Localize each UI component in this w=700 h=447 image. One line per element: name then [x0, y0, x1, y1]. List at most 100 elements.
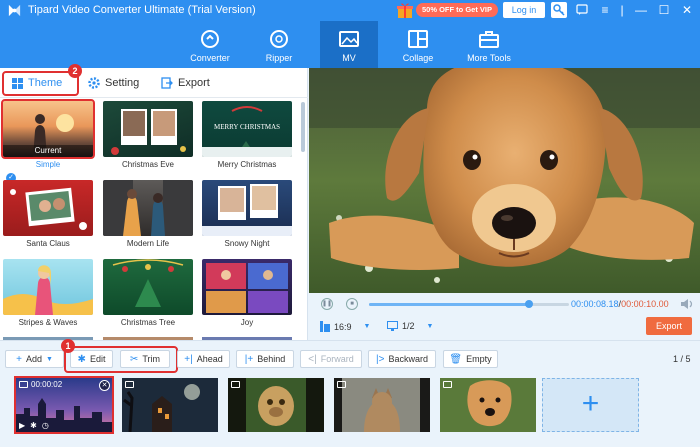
stop-icon[interactable]: ■ [346, 298, 358, 310]
theme-label: Christmas Tree [120, 318, 176, 327]
theme-christmas-tree[interactable]: Christmas Tree [103, 259, 193, 328]
chevron-down-icon: ▼ [45, 355, 53, 363]
backward-label: Backward [388, 354, 428, 364]
module-bar: Converter Ripper MV Collage More Tools [0, 21, 700, 68]
register-key-icon[interactable] [551, 2, 567, 18]
step-badge-1: 1 [61, 339, 75, 353]
current-time: 00:00:08.18 [571, 299, 619, 309]
export-icon [161, 77, 173, 89]
theme-grid: Current ✓ Simple Christmas Eve MERRY CHR… [0, 99, 300, 340]
vip-promo[interactable]: 50% OFF to Get VIP [396, 0, 499, 19]
clip-duration: 00:00:02 [31, 380, 63, 389]
empty-label: Empty [466, 354, 492, 364]
puppy-preview-image [309, 68, 700, 293]
chevron-down-icon: ▼ [426, 322, 434, 330]
clip-image-icon [231, 381, 240, 388]
theme-modern-life[interactable]: Modern Life [103, 180, 193, 249]
module-label: MV [342, 53, 356, 63]
theme-label: Modern Life [126, 239, 170, 248]
pause-icon[interactable]: ❚❚ [321, 298, 333, 310]
behind-label: Behind [257, 354, 286, 364]
clip-cat[interactable] [334, 378, 430, 432]
module-collage[interactable]: Collage [389, 21, 447, 68]
empty-button[interactable]: 🗑 Empty [443, 350, 498, 368]
close-icon[interactable]: ✕ [679, 2, 695, 18]
left-panel: Theme Setting Export 2 Current ✓ Simple … [0, 64, 308, 340]
module-mv[interactable]: MV [320, 21, 378, 68]
player-controls: ❚❚ ■ 00:00:08.18/00:00:10.00 16:9 ▼ 1/2 … [309, 293, 700, 340]
clock-icon[interactable]: ◷ [42, 421, 49, 430]
module-converter[interactable]: Converter [181, 21, 239, 68]
tab-export[interactable]: Export [161, 72, 210, 94]
theme-stripes-waves[interactable]: Stripes & Waves [3, 259, 93, 328]
theme-merry-christmas[interactable]: MERRY CHRISTMAS Merry Christmas [202, 101, 292, 170]
panel-tabs: Theme Setting Export 2 [0, 64, 308, 98]
gear-icon [88, 77, 100, 89]
clip-image-icon [337, 381, 346, 388]
theme-label: Joy [240, 318, 254, 327]
clip-image-icon [443, 381, 452, 388]
theme-simple[interactable]: Current ✓ Simple [1, 99, 95, 183]
feedback-icon[interactable] [574, 2, 590, 18]
clip-monkey[interactable] [228, 378, 324, 432]
app-title: Tipard Video Converter Ultimate (Trial V… [28, 4, 256, 16]
clip-tools: ▶ ✱ ◷ [19, 421, 49, 430]
ahead-icon: +| [184, 353, 193, 365]
clip-image-icon [19, 381, 28, 388]
clip-thumbnail [228, 378, 324, 432]
theme-santa-claus[interactable]: Santa Claus [3, 180, 93, 249]
progress-track[interactable] [369, 300, 569, 308]
behind-button[interactable]: |+ Behind [236, 350, 294, 368]
clip-thumbnail [440, 378, 536, 432]
magic-wand-icon[interactable]: ✱ [30, 421, 37, 430]
export-button[interactable]: Export [646, 317, 692, 335]
progress-handle[interactable] [525, 300, 533, 308]
theme-scrollbar[interactable] [301, 102, 305, 152]
play-icon[interactable]: ▶ [19, 421, 25, 430]
close-icon[interactable]: ✕ [99, 380, 110, 391]
theme-christmas-eve[interactable]: Christmas Eve [103, 101, 193, 170]
aspect-ratio-icon [320, 321, 330, 332]
divider: | [620, 3, 624, 17]
theme-snowy-night[interactable]: Snowy Night [202, 180, 292, 249]
step-badge-2: 2 [68, 64, 82, 78]
screen-page-select[interactable]: 1/2 ▼ [387, 321, 433, 331]
theme-thumbnail: Current [1, 99, 95, 159]
module-label: Ripper [265, 53, 293, 63]
forward-button[interactable]: <| Forward [300, 350, 362, 368]
add-clip-button[interactable]: + [542, 378, 639, 432]
backward-icon: |> [376, 353, 385, 365]
clip-puppy[interactable] [440, 378, 536, 432]
timeline: 00:00:02 ✕ ▶ ✱ ◷ + [0, 374, 700, 447]
add-label: Add [25, 354, 42, 364]
module-ripper[interactable]: Ripper [250, 21, 308, 68]
maximize-icon[interactable]: ☐ [656, 2, 672, 18]
ahead-button[interactable]: +| Ahead [177, 350, 230, 368]
aspect-ratio-select[interactable]: 16:9 ▼ [320, 321, 370, 332]
collage-icon [408, 30, 428, 48]
clip-toolbar: + Add ▼ ✱ Edit ✂ Trim 1 +| Ahead |+ Behi… [0, 339, 700, 374]
video-preview [309, 68, 700, 293]
volume-icon[interactable] [680, 297, 694, 311]
module-more-tools[interactable]: More Tools [460, 21, 518, 68]
page-select-value: 1/2 [402, 321, 415, 331]
forward-label: Forward [320, 354, 354, 364]
theme-thumbnail: MERRY CHRISTMAS [202, 101, 292, 157]
theme-joy[interactable]: Joy [202, 259, 292, 328]
plus-icon: + [16, 353, 22, 365]
highlight-box-tools [64, 346, 178, 373]
theme-thumbnail [202, 180, 292, 236]
clip-haunted-house[interactable] [122, 378, 218, 432]
timecode: 00:00:08.18/00:00:10.00 [571, 299, 669, 309]
login-button[interactable]: Log in [503, 2, 545, 18]
menu-icon[interactable]: ≡ [597, 2, 613, 18]
add-button[interactable]: + Add ▼ [5, 350, 64, 368]
backward-button[interactable]: |> Backward [368, 350, 436, 368]
clip-city-night[interactable]: 00:00:02 ✕ ▶ ✱ ◷ [14, 376, 114, 434]
theme-label: Simple [35, 160, 61, 169]
theme-overlay-text: MERRY CHRISTMAS [213, 123, 281, 131]
module-label: Collage [402, 53, 434, 63]
vip-offer-badge[interactable]: 50% OFF to Get VIP [416, 2, 499, 17]
minimize-icon[interactable]: — [633, 2, 649, 18]
tab-setting[interactable]: Setting [88, 72, 139, 94]
